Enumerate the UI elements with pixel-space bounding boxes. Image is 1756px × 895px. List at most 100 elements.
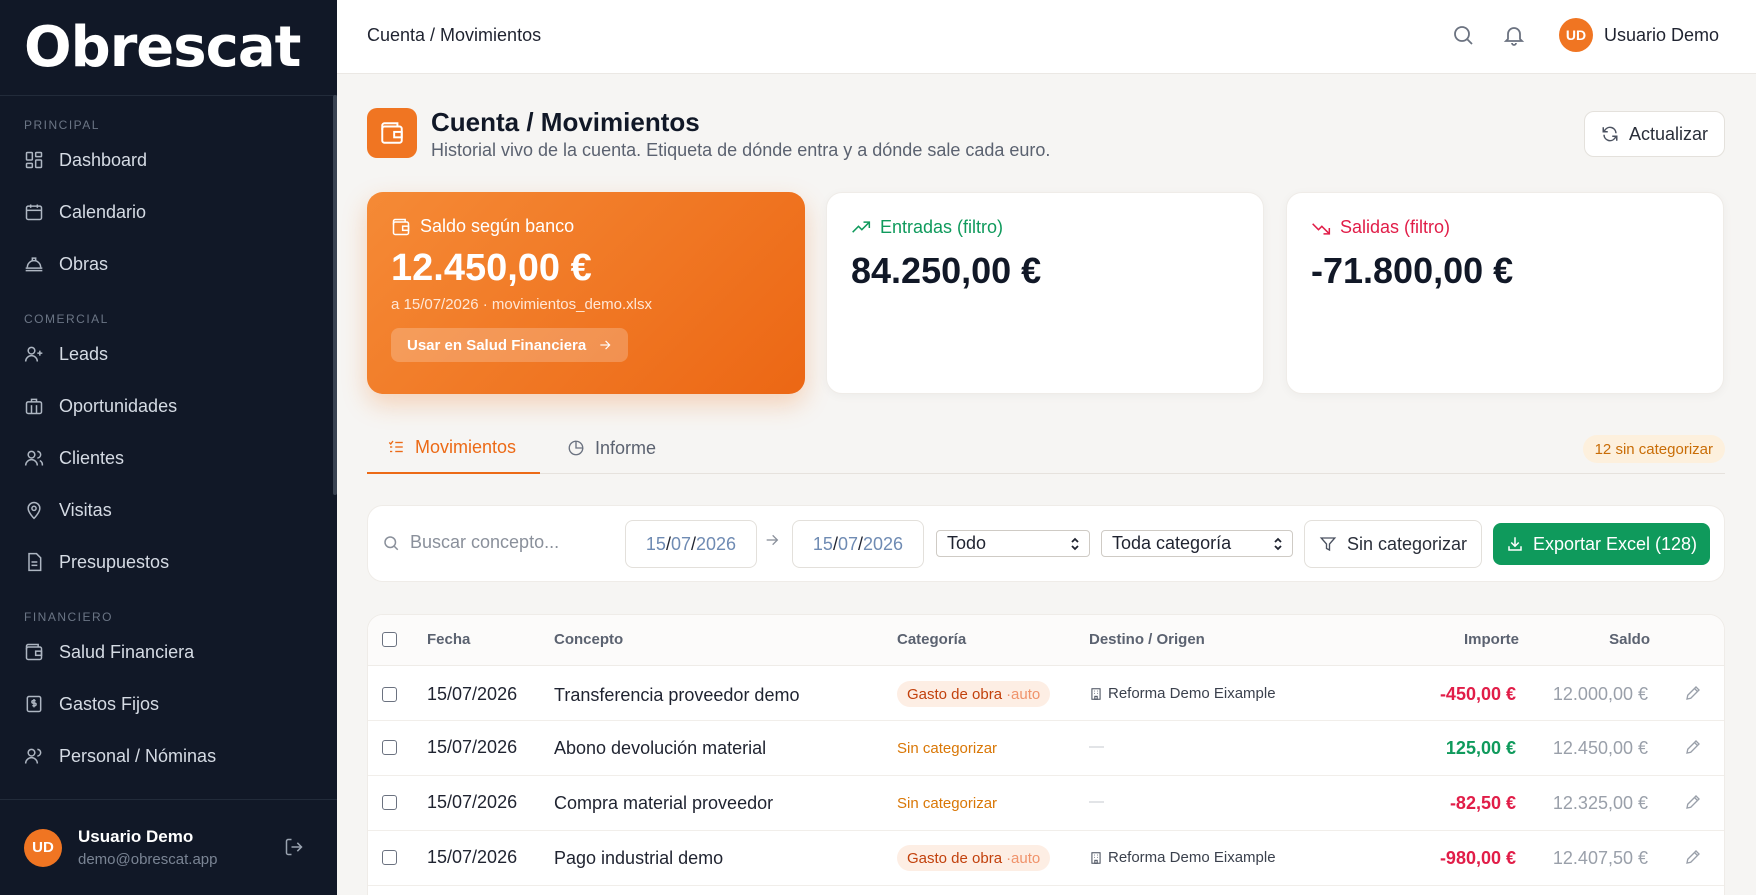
sidebar-item-leads[interactable]: Leads bbox=[24, 328, 313, 380]
inflows-label: Entradas (filtro) bbox=[851, 217, 1239, 238]
category-pill[interactable]: Gasto de obra ·auto bbox=[897, 845, 1051, 871]
table-row[interactable]: 15/07/2026 Compra material proveedor Sin… bbox=[368, 776, 1724, 831]
row-balance: 12.325,00 € bbox=[1552, 793, 1648, 813]
page-title: Cuenta / Movimientos bbox=[431, 107, 700, 137]
balance-label: Saldo según banco bbox=[391, 216, 781, 237]
export-excel-button[interactable]: Exportar Excel (128) bbox=[1493, 523, 1710, 565]
row-destination: Reforma Demo Eixample bbox=[1089, 849, 1276, 866]
card-label-text: Salidas (filtro) bbox=[1340, 217, 1451, 237]
sidebar-item-oportunidades[interactable]: Oportunidades bbox=[24, 380, 313, 432]
tab-movimientos[interactable]: Movimientos bbox=[367, 422, 540, 474]
sidebar-item-salud-financiera[interactable]: Salud Financiera bbox=[24, 626, 313, 678]
uncategorized-filter-button[interactable]: Sin categorizar bbox=[1304, 520, 1482, 568]
date-year: 2026 bbox=[863, 533, 904, 554]
row-checkbox[interactable] bbox=[382, 850, 397, 865]
card-label-text: Saldo según banco bbox=[420, 216, 575, 236]
row-checkbox[interactable] bbox=[382, 687, 397, 702]
category-uncategorized[interactable]: Sin categorizar bbox=[897, 795, 997, 812]
inflows-value: 84.250,00 € bbox=[851, 250, 1042, 291]
tab-informe[interactable]: Informe bbox=[567, 422, 656, 474]
file-icon bbox=[28, 552, 42, 572]
refresh-icon bbox=[1602, 126, 1618, 142]
search-button[interactable] bbox=[1451, 23, 1475, 52]
brand-logo[interactable]: Obrescat bbox=[0, 0, 337, 96]
logout-icon bbox=[285, 838, 303, 856]
header-amount[interactable]: Importe bbox=[1464, 631, 1519, 648]
table-row[interactable]: 15/07/2026 Pago industrial demo Gasto de… bbox=[368, 831, 1724, 886]
hardhat-icon bbox=[25, 257, 43, 272]
sidebar-item-obras[interactable]: Obras bbox=[24, 238, 313, 290]
sidebar-item-presupuestos[interactable]: Presupuestos bbox=[24, 536, 313, 588]
category-pill[interactable]: Gasto de obra ·auto bbox=[897, 681, 1051, 707]
search-input[interactable]: Buscar concepto... bbox=[382, 532, 559, 553]
row-concept: Abono devolución material bbox=[554, 738, 767, 758]
avatar[interactable]: UD bbox=[24, 828, 62, 867]
uncategorized-badge[interactable]: 12 sin categorizar bbox=[1582, 435, 1725, 463]
header-destination[interactable]: Destino / Origen bbox=[1089, 631, 1205, 648]
date-to-field[interactable]: 15/07/2026 bbox=[792, 520, 924, 568]
header-category[interactable]: Categoría bbox=[897, 631, 966, 648]
category-uncategorized[interactable]: Sin categorizar bbox=[897, 740, 997, 757]
select-all-checkbox[interactable] bbox=[382, 632, 397, 647]
arrow-right-icon bbox=[600, 340, 611, 350]
trending-down-icon bbox=[1312, 222, 1331, 235]
edit-row-button[interactable] bbox=[1684, 684, 1702, 707]
row-date: 15/07/2026 bbox=[427, 737, 518, 757]
chevron-updown-icon bbox=[1274, 537, 1282, 550]
row-amount: -82,50 € bbox=[1449, 793, 1516, 813]
edit-row-button[interactable] bbox=[1684, 738, 1702, 761]
edit-row-button[interactable] bbox=[1684, 793, 1702, 816]
notifications-button[interactable] bbox=[1502, 23, 1526, 52]
destination-label: Reforma Demo Eixample bbox=[1108, 849, 1276, 866]
edit-row-button[interactable] bbox=[1684, 848, 1702, 871]
header-date[interactable]: Fecha bbox=[427, 631, 470, 648]
header-balance[interactable]: Saldo bbox=[1609, 631, 1650, 648]
pencil-icon bbox=[1686, 795, 1700, 809]
user-name: Usuario Demo bbox=[1604, 24, 1720, 45]
sidebar-item-label: Gastos Fijos bbox=[59, 693, 160, 714]
sidebar-item-label: Calendario bbox=[59, 201, 147, 222]
sidebar-item-visitas[interactable]: Visitas bbox=[24, 484, 313, 536]
date-from-field[interactable]: 15/07/2026 bbox=[625, 520, 757, 568]
user-name: Usuario Demo bbox=[78, 827, 194, 846]
sidebar-item-gastos-fijos[interactable]: Gastos Fijos bbox=[24, 678, 313, 730]
filter-bar: Buscar concepto... 15/07/2026 15/07/2026… bbox=[367, 505, 1725, 582]
row-checkbox[interactable] bbox=[382, 795, 397, 810]
sidebar-item-clientes[interactable]: Clientes bbox=[24, 432, 313, 484]
row-concept: Transferencia proveedor demo bbox=[554, 685, 800, 705]
topbar: Cuenta / Movimientos UD Usuario Demo bbox=[337, 0, 1756, 74]
page-icon bbox=[367, 108, 417, 158]
sidebar-item-label: Salud Financiera bbox=[59, 641, 195, 662]
nav-section-title: FINANCIERO bbox=[24, 610, 114, 624]
category-select[interactable]: Toda categoría bbox=[1101, 530, 1293, 557]
table-row[interactable]: 15/07/2026 Transferencia proveedor demo … bbox=[368, 666, 1724, 721]
logout-button[interactable] bbox=[284, 837, 304, 862]
type-select[interactable]: Todo bbox=[936, 530, 1090, 557]
sidebar-user: UD Usuario Demo demo@obrescat.app bbox=[0, 799, 337, 895]
sidebar-item-personal-nominas[interactable]: Personal / Nóminas bbox=[24, 730, 313, 782]
sidebar-item-dashboard[interactable]: Dashboard bbox=[24, 134, 313, 186]
balance-meta: a 15/07/2026 · movimientos_demo.xlsx bbox=[391, 296, 652, 313]
user-email: demo@obrescat.app bbox=[78, 851, 218, 868]
row-concept: Pago industrial demo bbox=[554, 848, 724, 868]
list-check-icon bbox=[388, 440, 403, 453]
search-placeholder: Buscar concepto... bbox=[410, 532, 560, 552]
refresh-button[interactable]: Actualizar bbox=[1584, 111, 1725, 157]
tab-label: Informe bbox=[595, 437, 657, 458]
row-checkbox[interactable] bbox=[382, 740, 397, 755]
pencil-icon bbox=[1686, 740, 1700, 754]
sidebar: Obrescat PRINCIPAL Dashboard Calendario … bbox=[0, 0, 337, 895]
pie-chart-icon bbox=[568, 440, 584, 456]
use-in-financial-health-button[interactable]: Usar en Salud Financiera bbox=[391, 328, 629, 362]
sidebar-item-calendario[interactable]: Calendario bbox=[24, 186, 313, 238]
row-balance: 12.000,00 € bbox=[1552, 684, 1648, 704]
header-concept[interactable]: Concepto bbox=[554, 631, 623, 648]
user-menu[interactable]: UD Usuario Demo bbox=[1559, 18, 1719, 52]
date-day: 15 bbox=[645, 533, 666, 554]
table-row[interactable]: 15/07/2026 Abono devolución material Sin… bbox=[368, 721, 1724, 776]
sidebar-item-label: Clientes bbox=[59, 447, 125, 468]
avatar: UD bbox=[1559, 18, 1593, 52]
nav-section-comercial: COMERCIAL Leads Oportunidades Clientes V… bbox=[0, 290, 337, 588]
wallet-icon bbox=[25, 643, 43, 661]
button-label: Sin categorizar bbox=[1346, 533, 1468, 554]
